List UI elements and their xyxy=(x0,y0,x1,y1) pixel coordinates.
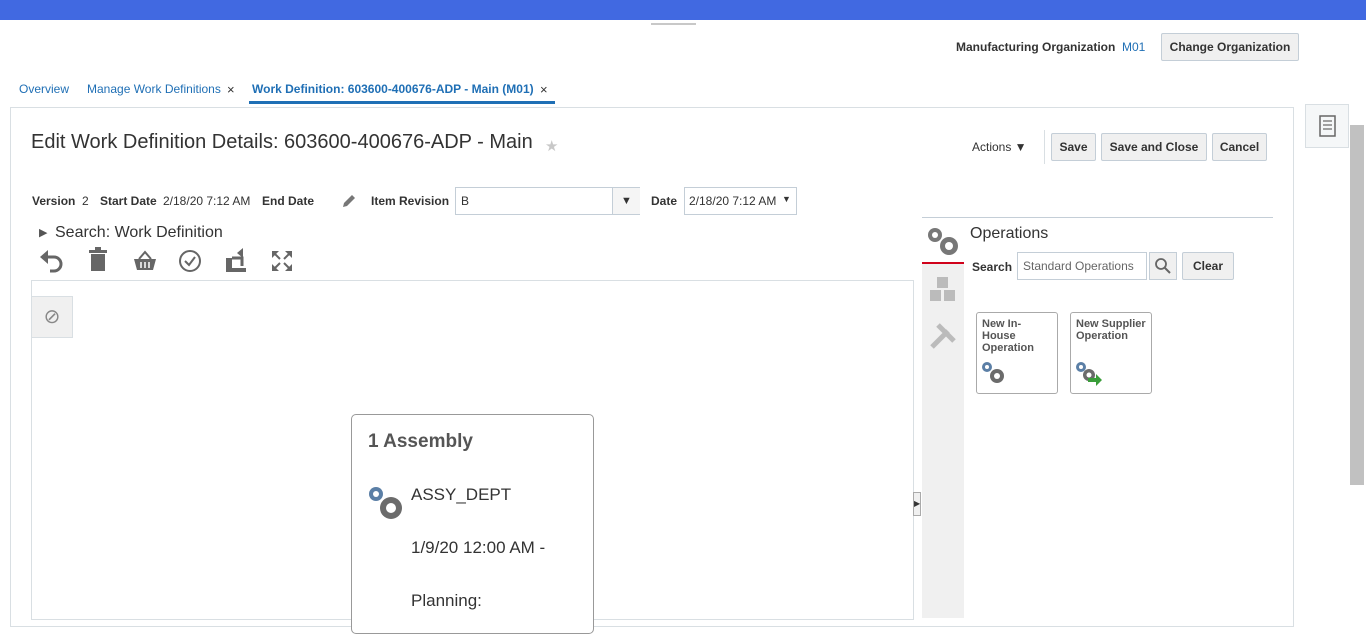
version-label: Version xyxy=(32,194,76,208)
dropdown-arrow-icon[interactable]: ▼ xyxy=(612,188,640,214)
undo-icon[interactable] xyxy=(38,248,66,274)
close-tab-icon[interactable]: × xyxy=(227,82,235,97)
resources-blocks-icon[interactable] xyxy=(922,270,964,310)
active-tab-indicator xyxy=(249,101,555,104)
date-label: Date xyxy=(651,194,678,208)
page-title: Edit Work Definition Details: 603600-400… xyxy=(31,131,533,153)
fullscreen-icon[interactable] xyxy=(270,249,294,273)
search-icon[interactable] xyxy=(1149,252,1177,280)
operations-panel-divider xyxy=(922,217,1273,218)
edit-pencil-icon[interactable] xyxy=(340,192,358,210)
actions-menu[interactable]: Actions ▼ xyxy=(972,140,1027,154)
check-icon[interactable] xyxy=(178,249,202,273)
dropdown-arrow-icon[interactable]: ▼ xyxy=(782,194,791,204)
save-button[interactable]: Save xyxy=(1051,133,1096,161)
date-value: 2/18/20 7:12 AM xyxy=(689,194,777,208)
search-work-definition-header[interactable]: Search: Work Definition xyxy=(55,224,223,242)
compass-icon[interactable]: ⊘ xyxy=(31,296,73,338)
operations-gears-icon[interactable] xyxy=(922,218,964,264)
gears-icon xyxy=(369,487,402,519)
search-label: Search xyxy=(972,260,1013,274)
side-panel-toggle[interactable] xyxy=(1305,104,1349,148)
expand-triangle-icon[interactable]: ▶ xyxy=(39,226,47,239)
tile-label: New In-House Operation xyxy=(982,318,1034,354)
scrollbar[interactable] xyxy=(1350,125,1364,485)
banner-handle[interactable] xyxy=(651,23,696,25)
tab-overview[interactable]: Overview xyxy=(19,82,69,96)
start-date-value: 2/18/20 7:12 AM xyxy=(163,194,251,208)
top-banner xyxy=(0,0,1366,20)
basket-icon[interactable] xyxy=(132,250,158,272)
cancel-button[interactable]: Cancel xyxy=(1212,133,1267,161)
panel-splitter-handle[interactable]: ▶ xyxy=(913,492,921,516)
operation-planning: Planning: xyxy=(411,591,482,610)
operation-title: 1 Assembly xyxy=(368,431,473,452)
operation-department: ASSY_DEPT xyxy=(411,485,512,504)
gears-arrow-icon xyxy=(1076,362,1102,386)
divider xyxy=(1044,130,1045,164)
item-revision-value: B xyxy=(461,194,470,208)
item-revision-label: Item Revision xyxy=(371,194,450,208)
close-tab-icon[interactable]: × xyxy=(540,82,548,97)
start-date-label: Start Date xyxy=(100,194,157,208)
save-and-close-button[interactable]: Save and Close xyxy=(1101,133,1207,161)
org-value-link[interactable]: M01 xyxy=(1122,40,1145,54)
operations-search-input[interactable]: Standard Operations xyxy=(1017,252,1147,280)
operations-title: Operations xyxy=(970,225,1049,242)
end-date-label: End Date xyxy=(262,194,315,208)
tile-label: New Supplier Operation xyxy=(1076,318,1146,342)
org-label: Manufacturing Organization xyxy=(956,40,1116,54)
tab-work-definition[interactable]: Work Definition: 603600-400676-ADP - Mai… xyxy=(252,82,534,96)
version-value: 2 xyxy=(82,194,89,208)
clear-button[interactable]: Clear xyxy=(1182,252,1234,280)
export-icon[interactable] xyxy=(223,248,249,274)
delete-icon[interactable] xyxy=(87,247,109,273)
gears-icon xyxy=(982,362,1004,383)
tab-manage-work-definitions[interactable]: Manage Work Definitions xyxy=(87,82,221,96)
change-organization-button[interactable]: Change Organization xyxy=(1161,33,1299,61)
document-icon xyxy=(1319,115,1336,137)
favorite-star-icon[interactable]: ★ xyxy=(545,137,558,155)
operation-date: 1/9/20 12:00 AM - xyxy=(411,538,546,557)
tools-icon[interactable] xyxy=(922,316,964,356)
